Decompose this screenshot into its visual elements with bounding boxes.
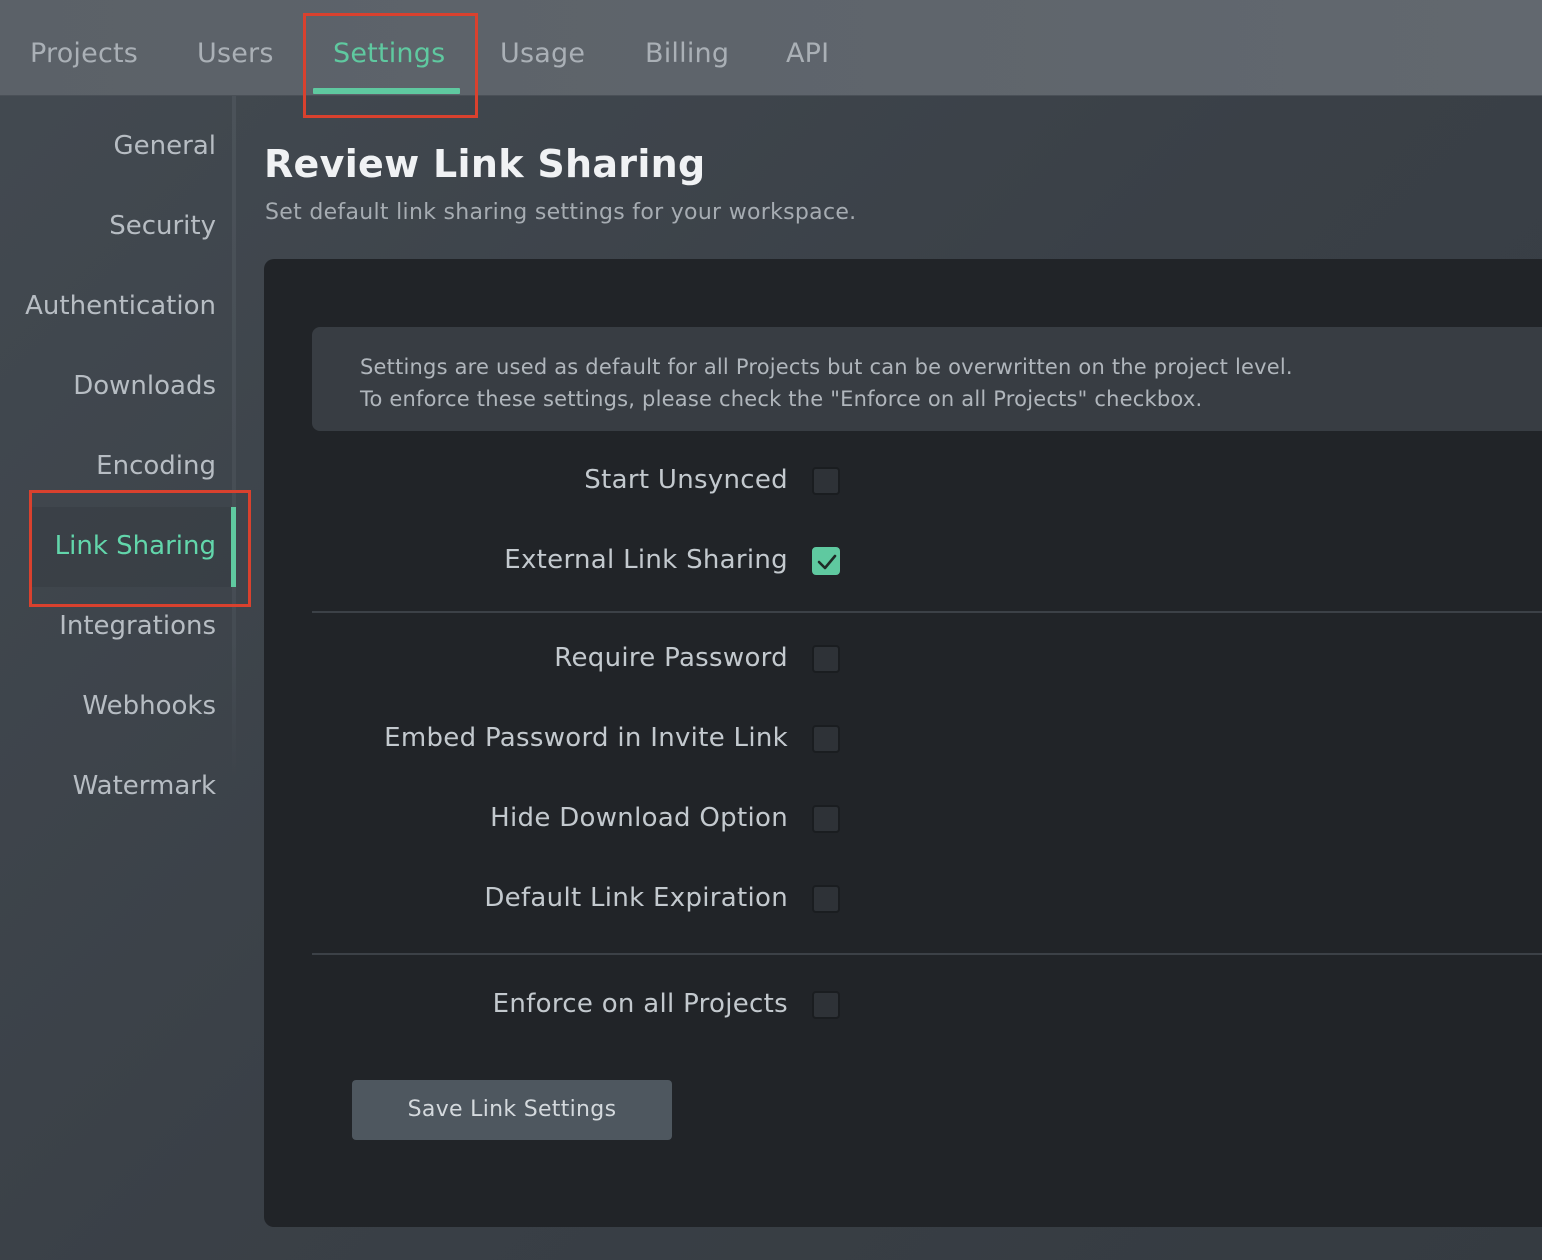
notice-line-1: Settings are used as default for all Pro… <box>360 355 1293 379</box>
sidebar-item-authentication[interactable]: Authentication <box>0 266 216 346</box>
sidebar-rail <box>232 96 236 776</box>
tab-billing[interactable]: Billing <box>645 38 729 78</box>
checkbox-embed-password[interactable] <box>812 725 840 753</box>
checkbox-enforce-all-projects[interactable] <box>812 991 840 1019</box>
page-subtitle: Set default link sharing settings for yo… <box>265 200 857 225</box>
sidebar-item-link-sharing[interactable]: Link Sharing <box>0 506 216 586</box>
sidebar-item-label: Watermark <box>72 771 216 801</box>
sidebar-item-label: General <box>113 131 216 161</box>
sidebar-item-label: Downloads <box>73 371 216 401</box>
sidebar-item-general[interactable]: General <box>0 106 216 186</box>
info-notice: Settings are used as default for all Pro… <box>312 327 1542 431</box>
tab-projects[interactable]: Projects <box>30 38 138 78</box>
checkbox-external-link-sharing[interactable] <box>812 547 840 575</box>
page-title: Review Link Sharing <box>264 142 706 186</box>
sidebar-item-webhooks[interactable]: Webhooks <box>0 666 216 746</box>
section-divider <box>312 953 1542 955</box>
settings-panel: Settings are used as default for all Pro… <box>264 259 1542 1227</box>
sidebar-item-label: Encoding <box>96 451 216 481</box>
checkbox-hide-download[interactable] <box>812 805 840 833</box>
tab-usage[interactable]: Usage <box>500 38 585 78</box>
sidebar-item-encoding[interactable]: Encoding <box>0 426 216 506</box>
sidebar-item-security[interactable]: Security <box>0 186 216 266</box>
option-label-start-unsynced: Start Unsynced <box>584 465 788 495</box>
tab-api[interactable]: API <box>786 38 829 78</box>
sidebar-item-label: Link Sharing <box>54 531 216 561</box>
sidebar-item-label: Webhooks <box>82 691 216 721</box>
section-divider <box>312 611 1542 613</box>
sidebar-item-label: Integrations <box>59 611 216 641</box>
sidebar-active-indicator <box>231 507 236 587</box>
tab-users[interactable]: Users <box>197 38 274 78</box>
sidebar-item-integrations[interactable]: Integrations <box>0 586 216 666</box>
sidebar-item-watermark[interactable]: Watermark <box>0 746 216 826</box>
checkmark-icon <box>817 554 837 570</box>
top-nav-bar: Projects Users Settings Usage Billing AP… <box>0 0 1542 96</box>
tab-settings[interactable]: Settings <box>333 38 445 78</box>
settings-sidebar: General Security Authentication Download… <box>0 96 236 1260</box>
option-label-external-link-sharing: External Link Sharing <box>504 545 788 575</box>
option-label-require-password: Require Password <box>554 643 788 673</box>
option-label-default-link-expiration: Default Link Expiration <box>484 883 788 913</box>
sidebar-item-downloads[interactable]: Downloads <box>0 346 216 426</box>
checkbox-start-unsynced[interactable] <box>812 467 840 495</box>
checkbox-default-link-expiration[interactable] <box>812 885 840 913</box>
option-label-embed-password: Embed Password in Invite Link <box>384 723 788 753</box>
option-label-enforce-all-projects: Enforce on all Projects <box>492 989 788 1019</box>
active-tab-indicator <box>313 88 460 94</box>
sidebar-item-label: Authentication <box>25 291 216 321</box>
sidebar-item-label: Security <box>109 211 216 241</box>
checkbox-require-password[interactable] <box>812 645 840 673</box>
save-link-settings-button[interactable]: Save Link Settings <box>352 1080 672 1140</box>
notice-line-2: To enforce these settings, please check … <box>360 387 1203 411</box>
option-label-hide-download: Hide Download Option <box>490 803 788 833</box>
